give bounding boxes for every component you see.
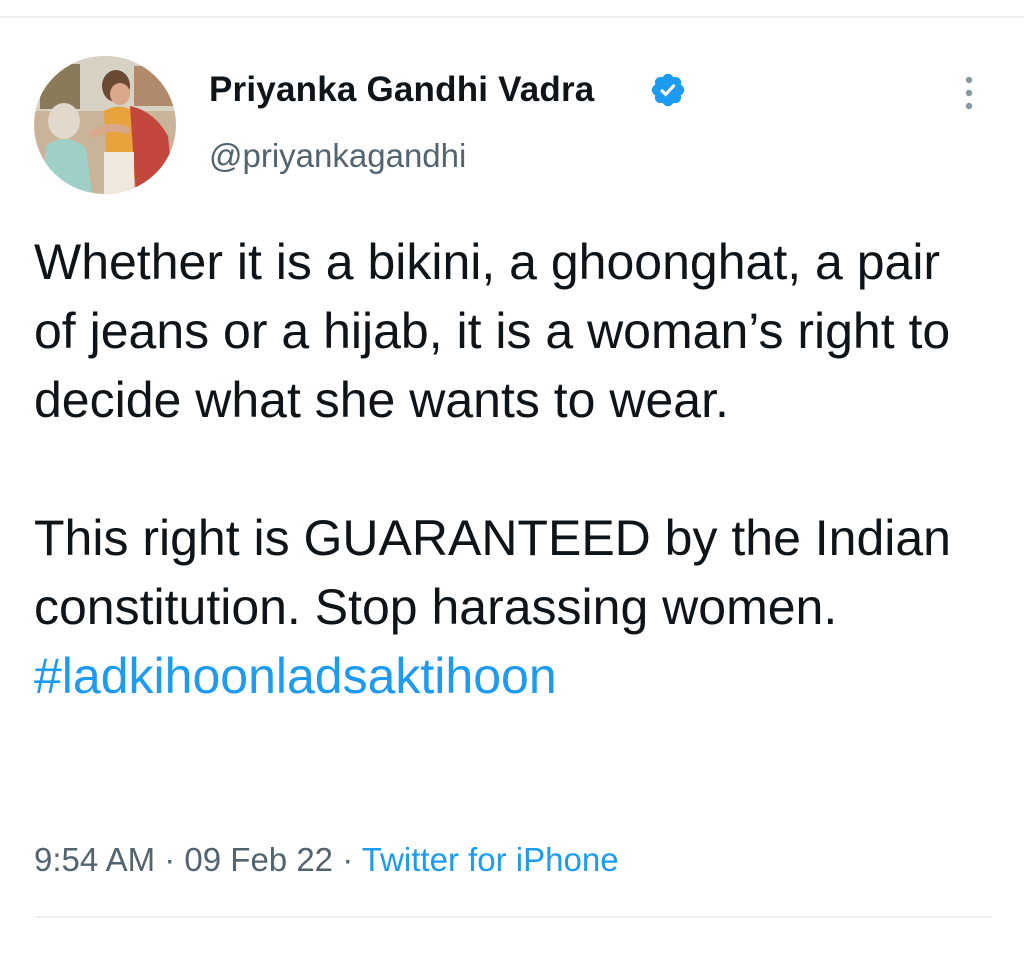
- avatar-photo: [34, 56, 176, 194]
- more-vertical-icon[interactable]: [954, 74, 984, 114]
- tweet-source-link[interactable]: Twitter for iPhone: [362, 841, 619, 878]
- bottom-divider: [34, 916, 992, 918]
- avatar[interactable]: [34, 56, 176, 194]
- author-display-name[interactable]: Priyanka Gandhi Vadra: [209, 70, 594, 110]
- tweet-paragraph-1: Whether it is a bikini, a ghoonghat, a p…: [34, 234, 951, 428]
- top-divider: [0, 16, 1024, 18]
- tweet-date[interactable]: 09 Feb 22: [184, 841, 333, 878]
- tweet-paragraph-2: This right is GUARANTEED by the Indian c…: [34, 504, 994, 711]
- tweet-meta: 9:54 AM · 09 Feb 22 · Twitter for iPhone: [34, 841, 619, 879]
- verified-badge-icon: [651, 73, 685, 107]
- meta-separator: ·: [155, 841, 185, 878]
- tweet-text: Whether it is a bikini, a ghoonghat, a p…: [34, 228, 994, 711]
- tweet-paragraph-2-text: This right is GUARANTEED by the Indian c…: [34, 510, 951, 635]
- meta-separator: ·: [333, 841, 362, 878]
- hashtag-link[interactable]: #ladkihoonladsaktihoon: [34, 648, 557, 704]
- tweet-time[interactable]: 9:54 AM: [34, 841, 155, 878]
- author-handle[interactable]: @priyankagandhi: [209, 137, 466, 175]
